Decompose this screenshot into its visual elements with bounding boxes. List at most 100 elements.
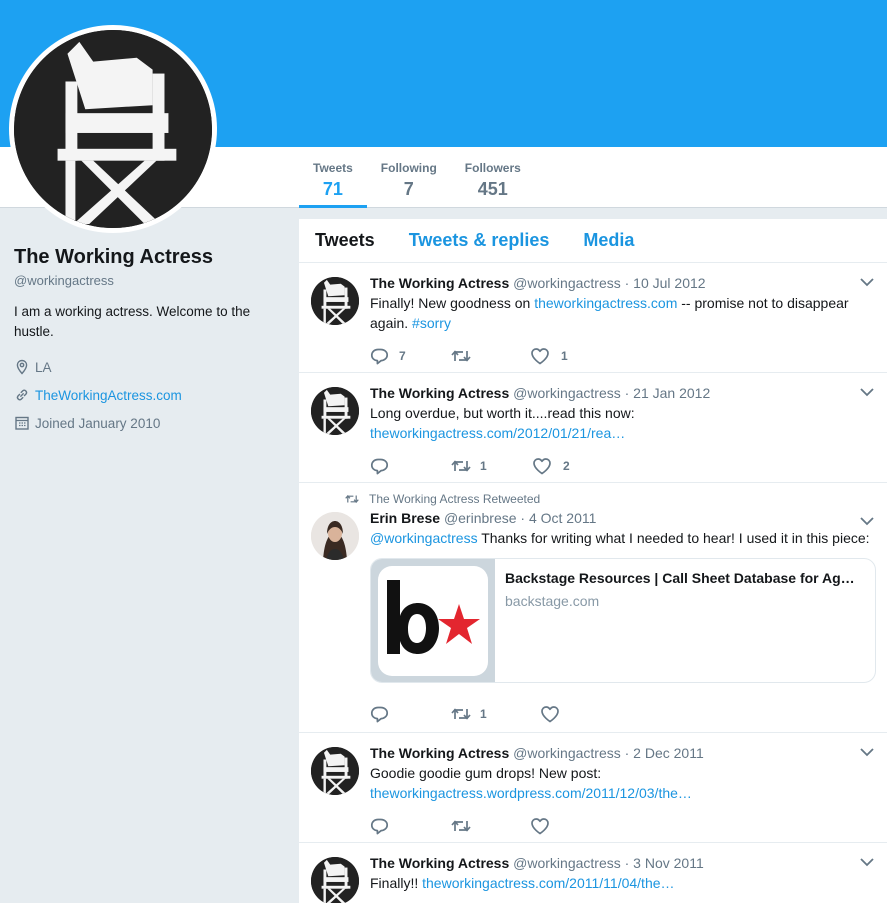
stat-value: 451 [477, 179, 508, 199]
like-button[interactable] [530, 816, 550, 836]
like-button[interactable]: 2 [532, 456, 570, 476]
chevron-down-icon[interactable] [859, 747, 875, 757]
tweet-author-name[interactable]: Erin Brese [370, 510, 440, 526]
tweet-link[interactable]: theworkingactress.com/2012/01/21/rea… [370, 425, 625, 441]
stat-followers[interactable]: Followers 451 [451, 147, 535, 208]
heart-icon [531, 348, 549, 365]
tweet-author-name[interactable]: The Working Actress [370, 275, 509, 291]
tweet-text-part: Thanks for writing what I needed to hear… [477, 530, 870, 546]
stat-value: 71 [322, 179, 343, 199]
tweet-actions: 1 [370, 702, 877, 726]
tweet-avatar[interactable] [311, 747, 359, 795]
tweet-item[interactable]: The Working Actress @workingactress · 3 … [299, 843, 887, 903]
chevron-down-icon[interactable] [859, 277, 875, 287]
tweet-actions: 7 1 [370, 344, 877, 368]
tweet-link[interactable]: theworkingactress.wordpress.com/2011/12/… [370, 785, 692, 801]
reply-icon [370, 706, 389, 723]
tweet-item[interactable]: The Working Actress @workingactress · 2 … [299, 733, 887, 843]
website-link[interactable]: TheWorkingActress.com [35, 388, 182, 403]
tweet-text: Finally!! theworkingactress.com/2011/11/… [370, 873, 877, 893]
retweet-button[interactable]: 1 [451, 456, 532, 476]
link-icon [16, 389, 28, 401]
like-count: 1 [561, 349, 568, 363]
timeline-tabs: Tweets Tweets & replies Media [299, 219, 887, 263]
tweet-meta[interactable]: @workingactress · 21 Jan 2012 [513, 385, 710, 401]
reply-count: 7 [399, 349, 406, 363]
director-chair-icon [14, 30, 212, 228]
retweet-button[interactable] [451, 816, 530, 836]
stat-label: Following [380, 161, 437, 175]
retweet-button[interactable]: 1 [451, 704, 540, 724]
retweet-context-text[interactable]: The Working Actress Retweeted [369, 492, 540, 506]
like-button[interactable]: 1 [530, 346, 568, 366]
link-card[interactable]: Backstage Resources | Call Sheet Databas… [370, 558, 876, 683]
retweet-count: 1 [480, 707, 487, 721]
director-chair-icon [311, 277, 359, 325]
tab-tweets[interactable]: Tweets [315, 230, 375, 251]
chevron-down-icon[interactable] [859, 516, 875, 526]
chevron-down-icon[interactable] [859, 857, 875, 867]
tweet-actions [370, 814, 877, 838]
tweet-meta[interactable]: @workingactress · 2 Dec 2011 [513, 745, 704, 761]
tweet-avatar[interactable] [311, 512, 359, 560]
reply-button[interactable] [370, 456, 451, 476]
tweet-item[interactable]: The Working Actress Retweeted Erin Brese… [299, 483, 887, 733]
tweet-header: Erin Brese @erinbrese · 4 Oct 2011 [370, 508, 877, 528]
tweet-text-part: Finally!! [370, 875, 423, 891]
tweet-author-name[interactable]: The Working Actress [370, 745, 509, 761]
reply-button[interactable] [370, 816, 451, 836]
profile-avatar[interactable] [9, 25, 217, 233]
tab-tweets-replies[interactable]: Tweets & replies [409, 230, 550, 251]
director-chair-icon [311, 387, 359, 435]
retweet-icon [451, 350, 471, 362]
card-title: Backstage Resources | Call Sheet Databas… [505, 570, 855, 586]
profile-joined: Joined January 2010 [14, 414, 284, 432]
tweet-link[interactable]: theworkingactress.com [534, 295, 677, 311]
stat-following[interactable]: Following 7 [367, 147, 451, 208]
tweet-header: The Working Actress @workingactress · 3 … [370, 853, 877, 873]
tweet-author-name[interactable]: The Working Actress [370, 385, 509, 401]
user-photo-icon [311, 512, 359, 560]
retweet-icon [345, 494, 359, 504]
heart-icon [533, 458, 551, 475]
stat-value: 7 [403, 179, 414, 199]
retweet-context: The Working Actress Retweeted [345, 492, 877, 506]
profile-stats: Tweets 71 Following 7 Followers 451 [299, 147, 535, 208]
tweet-header: The Working Actress @workingactress · 21… [370, 383, 877, 403]
like-button[interactable] [540, 704, 560, 724]
profile-name[interactable]: The Working Actress [14, 246, 284, 269]
tweet-link[interactable]: theworkingactress.com/2011/11/04/the… [422, 875, 674, 891]
retweet-button[interactable] [451, 346, 530, 366]
tweet-mention[interactable]: @workingactress [370, 530, 478, 546]
reply-icon [370, 458, 389, 475]
tweet-avatar[interactable] [311, 857, 359, 903]
tweet-avatar[interactable] [311, 277, 359, 325]
stat-label: Tweets [313, 161, 353, 175]
tweet-meta[interactable]: @workingactress · 3 Nov 2011 [513, 855, 704, 871]
tweet-item[interactable]: The Working Actress @workingactress · 21… [299, 373, 887, 483]
tweet-text: Goodie goodie gum drops! New post: [370, 765, 602, 781]
tweet-meta[interactable]: @workingactress · 10 Jul 2012 [513, 275, 705, 291]
reply-button[interactable] [370, 704, 451, 724]
profile-handle[interactable]: @workingactress [14, 273, 284, 288]
tab-media[interactable]: Media [583, 230, 634, 251]
reply-button[interactable]: 7 [370, 346, 451, 366]
profile-sidebar: The Working Actress @workingactress I am… [14, 246, 284, 432]
card-image [371, 559, 495, 682]
tweet-hashtag[interactable]: #sorry [412, 315, 451, 331]
tweet-text: Finally! New goodness on theworkingactre… [370, 293, 877, 333]
retweet-icon [451, 460, 471, 472]
tweet-avatar[interactable] [311, 387, 359, 435]
retweet-icon [451, 708, 471, 720]
tweet-meta[interactable]: @erinbrese · 4 Oct 2011 [444, 510, 596, 526]
profile-website: TheWorkingActress.com [14, 386, 284, 404]
tweet-header: The Working Actress @workingactress · 2 … [370, 743, 877, 763]
calendar-icon [15, 416, 29, 430]
location-pin-icon [16, 359, 28, 375]
tweet-item[interactable]: The Working Actress @workingactress · 10… [299, 263, 887, 373]
tweet-author-name[interactable]: The Working Actress [370, 855, 509, 871]
chevron-down-icon[interactable] [859, 387, 875, 397]
heart-icon [541, 706, 559, 723]
stat-tweets[interactable]: Tweets 71 [299, 147, 367, 208]
backstage-logo-icon [387, 579, 480, 654]
